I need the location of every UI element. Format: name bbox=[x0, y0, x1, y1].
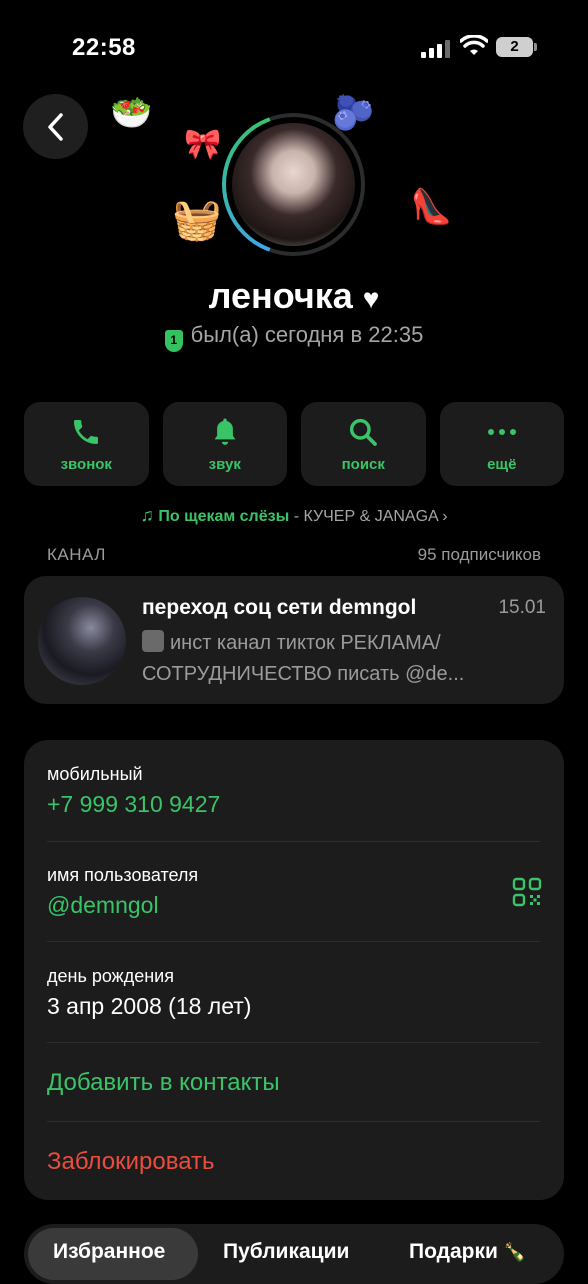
sound-button[interactable]: звук bbox=[162, 402, 287, 486]
phone-icon bbox=[74, 419, 99, 444]
wifi-icon bbox=[460, 35, 488, 55]
song-artist: - КУЧЕР & JANAGA bbox=[293, 508, 438, 525]
status-time: 22:58 bbox=[72, 34, 136, 61]
profile-status: 1 был(а) сегодня в 22:35 bbox=[0, 322, 588, 352]
qr-code-icon[interactable] bbox=[512, 877, 542, 907]
search-icon bbox=[350, 418, 378, 446]
action-buttons-row: звонок звук поиск ещё bbox=[24, 402, 564, 486]
profile-name-text: леночка bbox=[208, 275, 353, 316]
song-title: По щекам слёзы bbox=[158, 508, 290, 525]
post-thumbnail bbox=[142, 630, 164, 652]
cellular-signal-icon bbox=[421, 40, 450, 58]
search-label: поиск bbox=[341, 455, 385, 473]
profile-name: леночка ♥ bbox=[0, 275, 588, 317]
add-contact-button[interactable]: Добавить в контакты bbox=[47, 1069, 280, 1097]
last-seen-text: был(а) сегодня в 22:35 bbox=[190, 322, 424, 347]
bell-icon bbox=[214, 417, 236, 445]
heels-gift-icon: 👠 bbox=[410, 188, 453, 226]
tab-favorites[interactable]: Избранное bbox=[53, 1240, 165, 1264]
bow-gift-icon: 🎀 bbox=[184, 128, 222, 161]
more-button[interactable]: ещё bbox=[439, 402, 564, 486]
berries-gift-icon: 🫐 bbox=[332, 94, 375, 132]
block-button[interactable]: Заблокировать bbox=[47, 1148, 215, 1176]
chevron-right-icon: › bbox=[442, 508, 448, 525]
profile-song-link[interactable]: ♫ По щекам слёзы - КУЧЕР & JANAGA › bbox=[0, 505, 588, 526]
mobile-label: мобильный bbox=[47, 764, 143, 784]
salad-bowl-gift-icon: 🥗 bbox=[110, 94, 153, 132]
tab-posts[interactable]: Публикации bbox=[223, 1240, 349, 1264]
chevron-left-icon bbox=[47, 112, 63, 141]
channel-date: 15.01 bbox=[498, 597, 546, 618]
channel-avatar bbox=[38, 597, 126, 685]
tab-gifts[interactable]: Подарки 🍾 bbox=[409, 1240, 526, 1264]
username-value[interactable]: @demngol bbox=[47, 892, 159, 919]
battery-icon: 2 bbox=[496, 37, 533, 57]
more-label: ещё bbox=[487, 455, 517, 473]
mobile-value[interactable]: +7 999 310 9427 bbox=[47, 791, 220, 818]
battery-nub bbox=[534, 43, 537, 51]
channel-preview-line2: СОТРУДНИЧЕСТВО писать @de... bbox=[142, 663, 465, 685]
channel-subscribers: 95 подписчиков bbox=[417, 545, 541, 564]
channel-preview: инст канал тикток РЕКЛАМА/ СОТРУДНИЧЕСТВ… bbox=[142, 628, 532, 690]
profile-avatar[interactable] bbox=[232, 123, 355, 246]
birthday-label: день рождения bbox=[47, 966, 174, 986]
divider bbox=[47, 1042, 540, 1043]
username-label: имя пользователя bbox=[47, 865, 199, 885]
verification-shield-icon: 1 bbox=[164, 330, 183, 352]
search-button[interactable]: поиск bbox=[301, 402, 426, 486]
more-icon bbox=[487, 428, 516, 435]
divider bbox=[47, 941, 540, 942]
birthday-value: 3 апр 2008 (18 лет) bbox=[47, 993, 252, 1019]
divider bbox=[47, 1121, 540, 1122]
white-heart-icon: ♥ bbox=[362, 283, 380, 314]
divider bbox=[47, 841, 540, 842]
gift-sticker-icon: 🍾 bbox=[503, 1242, 527, 1262]
music-note-icon: ♫ bbox=[140, 505, 154, 525]
channel-title: переход соц сети demngol bbox=[142, 596, 417, 619]
sound-label: звук bbox=[208, 455, 241, 473]
call-button[interactable]: звонок bbox=[24, 402, 149, 486]
channel-preview-line1: инст канал тикток РЕКЛАМА/ bbox=[170, 632, 441, 654]
back-button[interactable] bbox=[23, 94, 88, 159]
tab-gifts-label: Подарки bbox=[409, 1240, 498, 1263]
channel-section-label: КАНАЛ bbox=[47, 545, 106, 564]
call-label: звонок bbox=[60, 455, 112, 473]
easter-basket-gift-icon: 🧺 bbox=[172, 198, 222, 242]
